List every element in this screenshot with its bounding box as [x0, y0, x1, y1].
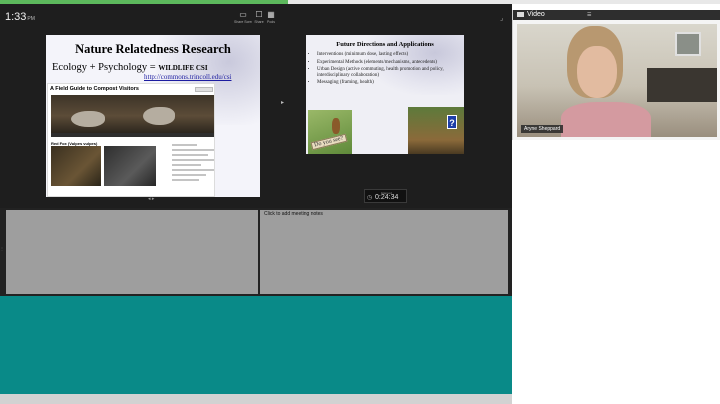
notes-pod[interactable]: Click to add meeting notes	[260, 210, 508, 294]
clock: 1:33PM	[5, 11, 35, 23]
website-photo	[51, 146, 101, 186]
timer-value: 0:24:34	[375, 194, 399, 201]
slide-bullet: Urban Design (active commuting, health p…	[317, 67, 460, 78]
website-nav-bar	[51, 133, 214, 137]
website-banner-photo	[51, 95, 214, 133]
website-screenshot: A Field Guide to Compost Visitors Red Fo…	[47, 83, 215, 197]
slide-title: Future Directions and Applications	[336, 41, 434, 48]
fox-image	[143, 107, 175, 125]
progress-bar	[0, 0, 720, 4]
slide-link[interactable]: http://commons.trincoll.edu/csi	[144, 73, 232, 81]
forest-path-image: ?	[408, 107, 464, 154]
video-pod: Video ☰ Aryne Sheppard	[512, 10, 720, 140]
slide-navigation-controls[interactable]: ◂ ▸	[148, 196, 154, 202]
slide-nature-relatedness: Nature Relatedness Research Ecology + Ps…	[46, 35, 260, 197]
clock-ampm: PM	[27, 16, 35, 22]
slide-bullet: Messaging (framing, health)	[317, 80, 460, 86]
bookshelf	[647, 68, 717, 102]
slide-future-directions: Future Directions and Applications Inter…	[306, 35, 464, 154]
resize-corner-icon[interactable]: ⌟	[500, 14, 508, 22]
meeting-toolbar: 1:33PM ▭ Share Screen ☐ Share ▦ Pods ⌟	[0, 4, 512, 26]
slide-subtitle-highlight: WILDLIFE CSI	[158, 64, 208, 72]
presenter-body	[561, 102, 651, 137]
sign-text: Do you see?	[310, 133, 348, 151]
webcam-feed: Aryne Sheppard	[517, 24, 717, 137]
website-sidebar	[172, 141, 214, 195]
website-title: A Field Guide to Compost Visitors	[50, 86, 139, 92]
slide-subtitle: Ecology + Psychology = WILDLIFE CSI	[52, 62, 208, 73]
squirrel-image	[332, 118, 340, 134]
question-icon: ?	[447, 115, 457, 129]
website-search-box	[195, 87, 213, 92]
slide-bullet-list: Interventions (minimum dose, lasting eff…	[310, 52, 460, 88]
clock-time: 1:33	[5, 11, 27, 23]
slide-bullet: Experimental Methods (elements/mechanism…	[317, 60, 460, 66]
meeting-main-area: 1:33PM ▭ Share Screen ☐ Share ▦ Pods ⌟ N…	[0, 0, 512, 404]
slide-title: Nature Relatedness Research	[75, 42, 231, 56]
teal-content-area	[0, 296, 512, 394]
pods-label: Pods	[267, 20, 275, 24]
wall-picture	[675, 32, 701, 56]
video-pod-title: Video	[527, 11, 545, 18]
notes-placeholder[interactable]: Click to add meeting notes	[264, 211, 323, 217]
menu-icon[interactable]: ☰	[587, 11, 591, 19]
video-pod-header: Video ☰	[513, 10, 720, 20]
website-photo	[104, 146, 156, 186]
elapsed-timer: Elapsed ◷ 0:24:34	[364, 189, 407, 203]
pods-icon: ▦	[267, 10, 275, 19]
clock-icon: ◷	[367, 195, 373, 201]
empty-pod	[6, 210, 258, 294]
slide-bullet: Interventions (minimum dose, lasting eff…	[317, 52, 460, 58]
pod-resize-handle[interactable]: ⋮	[0, 246, 5, 266]
presenter-face	[577, 46, 617, 98]
progress-bar-fill	[0, 0, 288, 4]
camera-icon	[517, 12, 524, 17]
wildlife-sign-image: Do you see?	[308, 110, 352, 154]
cursor-icon: ▸	[281, 100, 285, 106]
bottom-strip	[0, 394, 512, 404]
participant-name-tag: Aryne Sheppard	[521, 125, 564, 133]
fox-image	[71, 111, 105, 127]
slide-subtitle-text: Ecology + Psychology =	[52, 62, 156, 73]
